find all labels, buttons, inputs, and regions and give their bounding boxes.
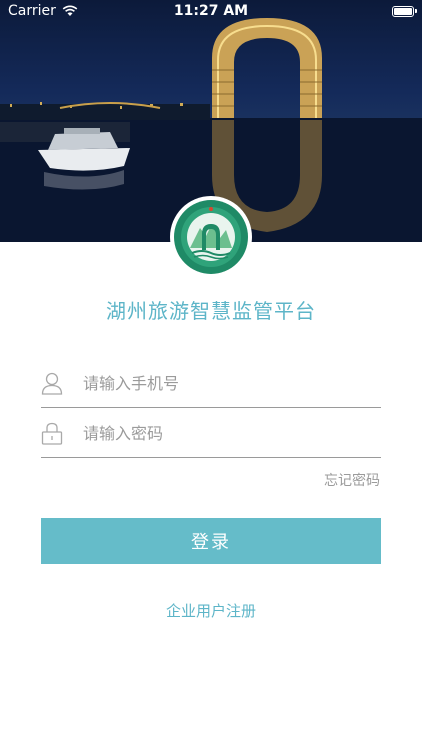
app-title: 湖州旅游智慧监管平台 xyxy=(106,299,316,323)
phone-field xyxy=(41,358,381,408)
lock-icon xyxy=(41,422,63,445)
password-input[interactable] xyxy=(81,418,375,448)
enterprise-register-link[interactable]: 企业用户注册 xyxy=(0,600,422,621)
password-field xyxy=(41,408,381,458)
login-button[interactable]: 登录 xyxy=(41,518,381,564)
phone-input[interactable] xyxy=(81,368,375,398)
forgot-password-link[interactable]: 忘记密码 xyxy=(324,470,380,490)
status-bar: Carrier 11:27 AM xyxy=(0,0,422,22)
app-logo xyxy=(172,198,250,276)
battery-icon xyxy=(392,5,417,17)
app-logo-emblem-icon xyxy=(174,200,248,274)
user-icon xyxy=(41,372,63,395)
carrier-label: Carrier xyxy=(8,3,56,19)
wifi-icon xyxy=(62,5,78,16)
